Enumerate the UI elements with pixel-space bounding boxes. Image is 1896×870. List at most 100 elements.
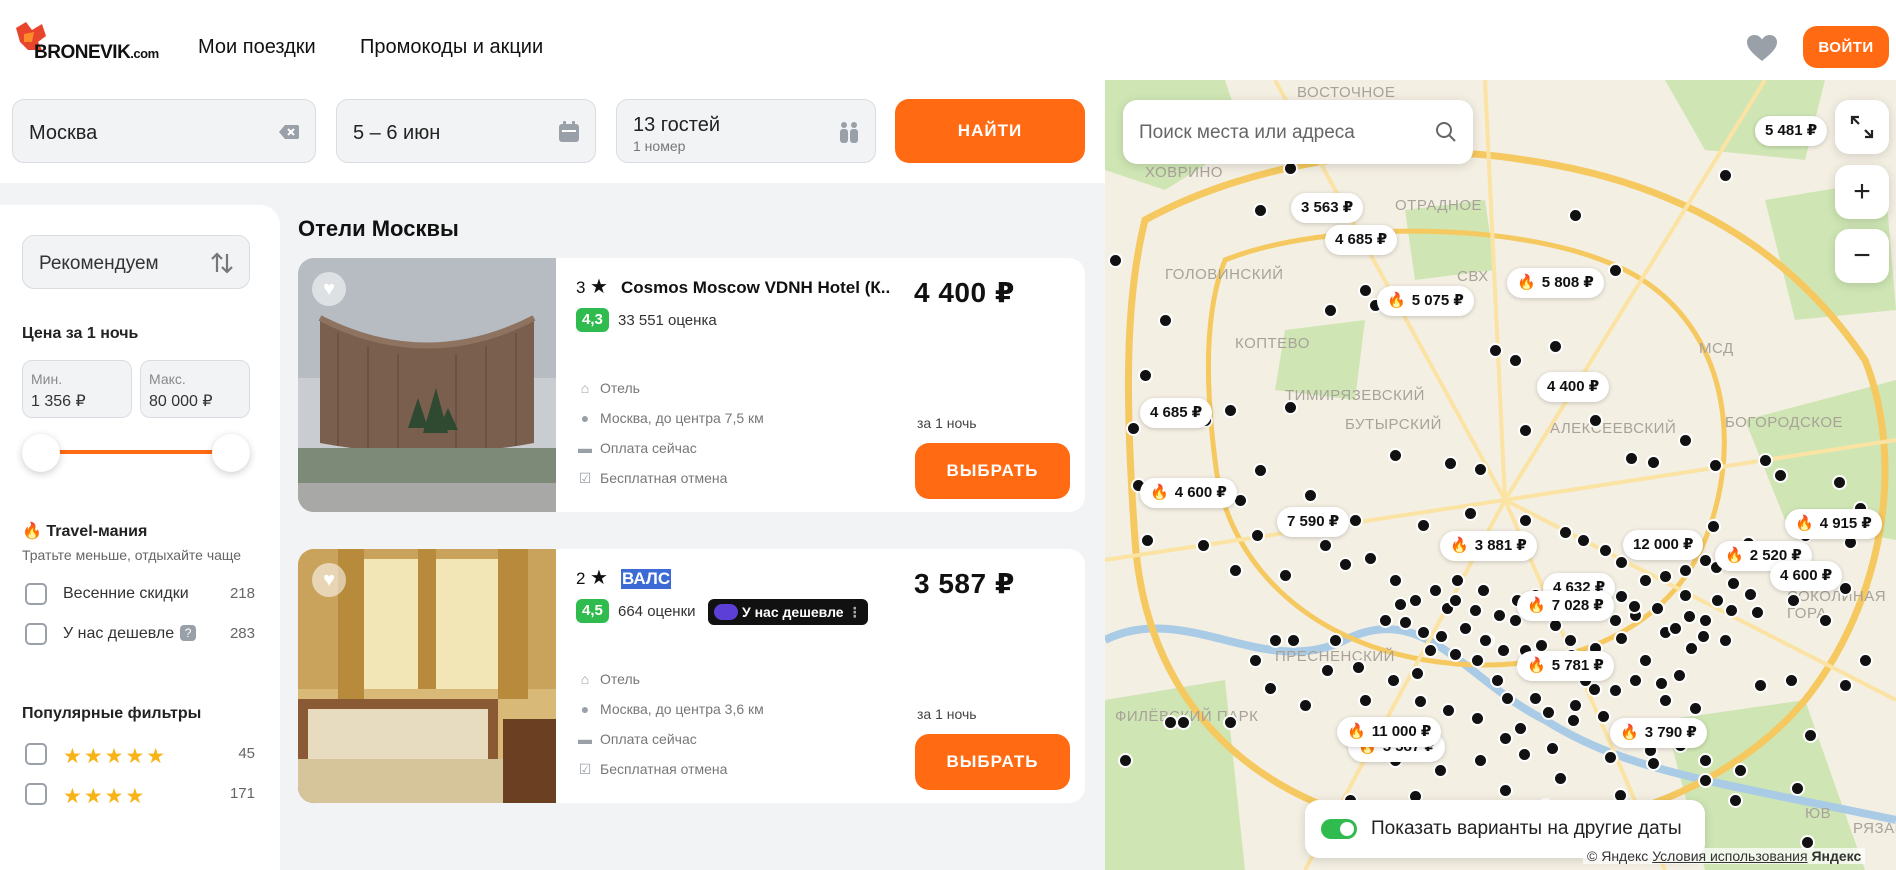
hotel-marker[interactable] bbox=[1672, 668, 1687, 683]
hotel-marker[interactable] bbox=[1678, 433, 1693, 448]
city-input[interactable]: Москва bbox=[12, 99, 316, 163]
clear-icon[interactable] bbox=[277, 120, 301, 144]
price-pin[interactable]: 4 685 ₽ bbox=[1140, 398, 1213, 428]
hotel-marker[interactable] bbox=[1413, 694, 1428, 709]
hotel-marker[interactable] bbox=[1638, 653, 1653, 668]
hotel-marker[interactable] bbox=[1658, 693, 1673, 708]
hotel-marker[interactable] bbox=[1286, 633, 1301, 648]
price-pin[interactable]: 🔥 5 075 ₽ bbox=[1377, 286, 1474, 316]
hotel-marker[interactable] bbox=[1638, 573, 1653, 588]
hotel-marker[interactable] bbox=[1298, 698, 1313, 713]
hotel-marker[interactable] bbox=[1253, 463, 1268, 478]
hotel-marker[interactable] bbox=[1223, 403, 1238, 418]
fullscreen-button[interactable] bbox=[1835, 100, 1889, 154]
price-pin[interactable]: 4 685 ₽ bbox=[1325, 225, 1398, 255]
hotel-marker[interactable] bbox=[1118, 753, 1133, 768]
checkbox[interactable] bbox=[25, 583, 47, 605]
favorite-heart-icon[interactable]: ♥ bbox=[312, 272, 346, 306]
hotel-name[interactable]: ВАЛС bbox=[621, 569, 672, 589]
dates-input[interactable]: 5 – 6 июн bbox=[336, 99, 596, 163]
favorites-heart-icon[interactable] bbox=[1746, 34, 1778, 62]
hotel-marker[interactable] bbox=[1476, 583, 1491, 598]
price-pin[interactable]: 🔥 7 028 ₽ bbox=[1517, 591, 1614, 621]
filter-4-stars[interactable]: ★★★★ 171 bbox=[25, 783, 255, 809]
login-button[interactable]: ВОЙТИ bbox=[1803, 26, 1889, 68]
price-slider-min-handle[interactable] bbox=[22, 434, 60, 472]
hotel-marker[interactable] bbox=[1363, 551, 1378, 566]
hotel-marker[interactable] bbox=[1724, 603, 1739, 618]
hotel-marker[interactable] bbox=[1443, 456, 1458, 471]
hotel-marker[interactable] bbox=[1698, 773, 1713, 788]
hotel-marker[interactable] bbox=[1423, 643, 1438, 658]
hotel-marker[interactable] bbox=[1624, 451, 1639, 466]
hotel-marker[interactable] bbox=[1627, 599, 1642, 614]
hotel-marker[interactable] bbox=[1408, 593, 1423, 608]
price-pin[interactable]: 🔥 3 881 ₽ bbox=[1440, 531, 1537, 561]
hotel-marker[interactable] bbox=[1628, 673, 1643, 688]
hotel-marker[interactable] bbox=[1832, 475, 1847, 490]
hotel-marker[interactable] bbox=[1441, 703, 1456, 718]
hotel-marker[interactable] bbox=[1248, 653, 1263, 668]
toggle-switch[interactable] bbox=[1321, 819, 1357, 839]
hotel-marker[interactable] bbox=[1706, 519, 1721, 534]
hotel-marker[interactable] bbox=[1614, 555, 1629, 570]
hotel-marker[interactable] bbox=[1541, 705, 1556, 720]
hotel-marker[interactable] bbox=[1750, 605, 1765, 620]
hotel-marker[interactable] bbox=[1728, 793, 1743, 808]
nav-my-trips[interactable]: Мои поездки bbox=[198, 36, 316, 59]
hotel-marker[interactable] bbox=[1608, 263, 1623, 278]
hotel-marker[interactable] bbox=[1378, 613, 1393, 628]
hotel-marker[interactable] bbox=[1176, 715, 1191, 730]
hotel-marker[interactable] bbox=[1358, 693, 1373, 708]
hotel-marker[interactable] bbox=[1646, 455, 1661, 470]
hotel-marker[interactable] bbox=[1496, 643, 1511, 658]
hotel-marker[interactable] bbox=[1498, 731, 1513, 746]
hotel-marker[interactable] bbox=[1351, 660, 1366, 675]
hotel-marker[interactable] bbox=[1698, 753, 1713, 768]
hotel-marker[interactable] bbox=[1598, 543, 1613, 558]
filter-spring-sale[interactable]: Весенние скидки 218 bbox=[25, 583, 255, 609]
hotel-marker[interactable] bbox=[1488, 343, 1503, 358]
price-slider-max-handle[interactable] bbox=[212, 434, 250, 472]
search-icon[interactable] bbox=[1435, 121, 1457, 143]
hotel-marker[interactable] bbox=[1328, 633, 1343, 648]
hotel-card[interactable]: ♥ 2 ★ ВАЛС 4,5 664 оценки У нас дешевле ⋮… bbox=[298, 549, 1085, 803]
price-pin[interactable]: 4 400 ₽ bbox=[1537, 372, 1610, 402]
price-pin[interactable]: 🔥 4 600 ₽ bbox=[1140, 478, 1237, 508]
filter-cheaper-here[interactable]: У нас дешевле? 283 bbox=[25, 623, 255, 649]
hotel-marker[interactable] bbox=[1410, 666, 1425, 681]
find-button[interactable]: НАЙТИ bbox=[895, 99, 1085, 163]
hotel-marker[interactable] bbox=[1803, 728, 1818, 743]
price-pin[interactable]: 7 590 ₽ bbox=[1277, 507, 1350, 537]
hotel-marker[interactable] bbox=[1398, 615, 1413, 630]
logo[interactable]: BRONEVIK.com bbox=[12, 20, 162, 68]
hotel-marker[interactable] bbox=[1448, 593, 1463, 608]
price-pin[interactable]: 🔥 4 915 ₽ bbox=[1785, 509, 1882, 539]
hotel-marker[interactable] bbox=[1416, 625, 1431, 640]
hotel-marker[interactable] bbox=[1492, 608, 1507, 623]
hotel-marker[interactable] bbox=[1654, 676, 1669, 691]
hotel-marker[interactable] bbox=[1726, 576, 1741, 591]
hotel-marker[interactable] bbox=[1858, 653, 1873, 668]
choose-button[interactable]: ВЫБРАТЬ bbox=[915, 443, 1070, 499]
min-price-input[interactable]: Мин. 1 356 ₽ bbox=[22, 360, 132, 418]
hotel-marker[interactable] bbox=[1433, 763, 1448, 778]
hotel-marker[interactable] bbox=[1163, 715, 1178, 730]
hotel-marker[interactable] bbox=[1323, 303, 1338, 318]
hotel-marker[interactable] bbox=[1545, 741, 1560, 756]
guests-input[interactable]: 13 гостей 1 номер bbox=[616, 99, 876, 163]
hotel-marker[interactable] bbox=[1838, 678, 1853, 693]
price-pin[interactable]: 5 481 ₽ bbox=[1755, 116, 1828, 146]
hotel-marker[interactable] bbox=[1786, 593, 1801, 608]
hotel-marker[interactable] bbox=[1513, 721, 1528, 736]
hotel-marker[interactable] bbox=[1318, 538, 1333, 553]
hotel-marker[interactable] bbox=[1608, 683, 1623, 698]
hotel-marker[interactable] bbox=[1228, 563, 1243, 578]
filter-5-stars[interactable]: ★★★★★ 45 bbox=[25, 743, 255, 769]
hotel-marker[interactable] bbox=[1518, 513, 1533, 528]
hotel-marker[interactable] bbox=[1388, 573, 1403, 588]
hotel-marker[interactable] bbox=[1253, 203, 1268, 218]
hotel-marker[interactable] bbox=[1140, 533, 1155, 548]
price-pin[interactable]: 🔥 5 781 ₽ bbox=[1517, 651, 1614, 681]
hotel-marker[interactable] bbox=[1283, 400, 1298, 415]
